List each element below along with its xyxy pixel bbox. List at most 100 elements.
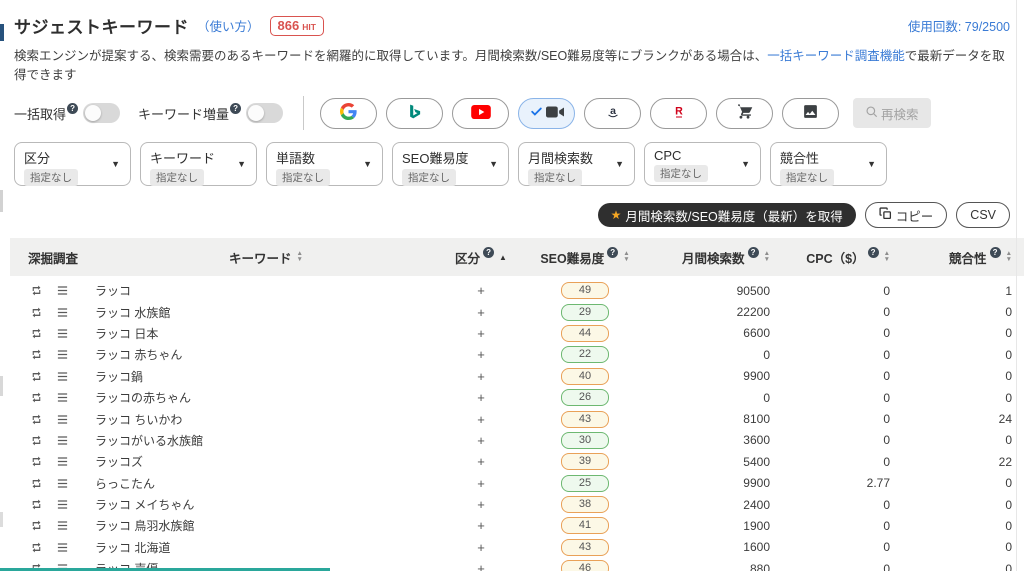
keyword-cell[interactable]: ラッコ 赤ちゃん	[90, 346, 442, 363]
seo-difficulty-badge[interactable]: 29	[561, 304, 609, 321]
seo-difficulty-badge[interactable]: 43	[561, 411, 609, 428]
filter-dropdown-6[interactable]: 競合性指定なし	[770, 142, 887, 186]
deep-dive-icon[interactable]	[30, 327, 43, 340]
seo-difficulty-badge[interactable]: 38	[561, 496, 609, 513]
menu-icon[interactable]	[56, 413, 69, 426]
copy-button[interactable]: コピー	[865, 202, 948, 228]
seo-difficulty-badge[interactable]: 41	[561, 517, 609, 534]
sort-icon[interactable]: ▲▼	[764, 251, 770, 263]
sort-icon[interactable]: ▲▼	[297, 251, 303, 263]
seo-difficulty-badge[interactable]: 43	[561, 539, 609, 556]
seo-difficulty-badge[interactable]: 26	[561, 389, 609, 406]
add-kubun-button[interactable]: +	[442, 518, 520, 533]
column-header-6[interactable]: 競合性▲▼	[898, 248, 1024, 267]
keyword-cell[interactable]: ラッコ鍋	[90, 368, 442, 385]
add-kubun-button[interactable]: +	[442, 540, 520, 555]
video-engine-button[interactable]	[518, 98, 575, 129]
deep-dive-icon[interactable]	[30, 455, 43, 468]
add-kubun-button[interactable]: +	[442, 305, 520, 320]
image-engine-button[interactable]	[782, 98, 839, 129]
keyword-cell[interactable]: ラッコ 水族館	[90, 304, 442, 321]
csv-button[interactable]: CSV	[956, 202, 1010, 228]
sort-icon[interactable]: ▲▼	[1006, 251, 1012, 263]
deep-dive-icon[interactable]	[30, 413, 43, 426]
add-kubun-button[interactable]: +	[442, 369, 520, 384]
menu-icon[interactable]	[56, 327, 69, 340]
menu-icon[interactable]	[56, 348, 69, 361]
deep-dive-icon[interactable]	[30, 391, 43, 404]
deep-dive-icon[interactable]	[30, 306, 43, 319]
filter-dropdown-0[interactable]: 区分指定なし	[14, 142, 131, 186]
shopping-engine-button[interactable]	[716, 98, 773, 129]
keyword-boost-toggle[interactable]	[246, 103, 283, 123]
seo-difficulty-badge[interactable]: 49	[561, 282, 609, 299]
keyword-cell[interactable]: ラッコの赤ちゃん	[90, 389, 442, 406]
column-header-4[interactable]: 月間検索数▲▼	[650, 248, 778, 267]
add-kubun-button[interactable]: +	[442, 412, 520, 427]
seo-difficulty-badge[interactable]: 30	[561, 432, 609, 449]
filter-dropdown-5[interactable]: CPC指定なし	[644, 142, 761, 186]
seo-difficulty-badge[interactable]: 39	[561, 453, 609, 470]
deep-dive-icon[interactable]	[30, 477, 43, 490]
filter-dropdown-2[interactable]: 単語数指定なし	[266, 142, 383, 186]
help-icon[interactable]	[230, 103, 241, 114]
help-icon[interactable]	[990, 247, 1001, 258]
menu-icon[interactable]	[56, 477, 69, 490]
menu-icon[interactable]	[56, 519, 69, 532]
column-header-5[interactable]: CPC（$）▲▼	[778, 248, 898, 267]
add-kubun-button[interactable]: +	[442, 347, 520, 362]
amazon-engine-button[interactable]: a	[584, 98, 641, 129]
filter-dropdown-4[interactable]: 月間検索数指定なし	[518, 142, 635, 186]
help-icon[interactable]	[483, 247, 494, 258]
help-icon[interactable]	[868, 247, 879, 258]
sort-icon[interactable]: ▲▼	[623, 251, 629, 263]
add-kubun-button[interactable]: +	[442, 561, 520, 571]
deep-dive-icon[interactable]	[30, 284, 43, 297]
keyword-cell[interactable]: ラッコ 日本	[90, 325, 442, 342]
add-kubun-button[interactable]: +	[442, 454, 520, 469]
column-header-2[interactable]: 区分	[442, 248, 520, 267]
bulk-fetch-toggle[interactable]	[83, 103, 120, 123]
fetch-latest-metrics-button[interactable]: 月間検索数/SEO難易度（最新）を取得	[598, 203, 856, 227]
seo-difficulty-badge[interactable]: 44	[561, 325, 609, 342]
menu-icon[interactable]	[56, 498, 69, 511]
keyword-cell[interactable]: ラッコ 鳥羽水族館	[90, 517, 442, 534]
keyword-cell[interactable]: ラッコズ	[90, 453, 442, 470]
filter-dropdown-3[interactable]: SEO難易度指定なし	[392, 142, 509, 186]
help-icon[interactable]	[748, 247, 759, 258]
menu-icon[interactable]	[56, 455, 69, 468]
deep-dive-icon[interactable]	[30, 348, 43, 361]
research-button[interactable]: 再検索	[853, 98, 931, 128]
help-icon[interactable]	[67, 103, 78, 114]
menu-icon[interactable]	[56, 391, 69, 404]
menu-icon[interactable]	[56, 306, 69, 319]
add-kubun-button[interactable]: +	[442, 283, 520, 298]
seo-difficulty-badge[interactable]: 22	[561, 346, 609, 363]
column-header-3[interactable]: SEO難易度▲▼	[520, 248, 650, 267]
filter-dropdown-1[interactable]: キーワード指定なし	[140, 142, 257, 186]
keyword-cell[interactable]: ラッコ	[90, 282, 442, 299]
help-icon[interactable]	[607, 247, 618, 258]
bing-engine-button[interactable]	[386, 98, 443, 129]
add-kubun-button[interactable]: +	[442, 476, 520, 491]
add-kubun-button[interactable]: +	[442, 433, 520, 448]
sort-icon[interactable]: ▲▼	[884, 251, 890, 263]
usage-guide-link[interactable]: （使い方）	[197, 16, 260, 35]
youtube-engine-button[interactable]	[452, 98, 509, 129]
column-header-1[interactable]: キーワード▲▼	[90, 248, 442, 267]
deep-dive-icon[interactable]	[30, 370, 43, 383]
bulk-keyword-survey-link[interactable]: 一括キーワード調査機能	[767, 49, 905, 63]
keyword-cell[interactable]: ラッコ ちいかわ	[90, 411, 442, 428]
add-kubun-button[interactable]: +	[442, 390, 520, 405]
menu-icon[interactable]	[56, 434, 69, 447]
keyword-cell[interactable]: ラッコ 北海道	[90, 539, 442, 556]
add-kubun-button[interactable]: +	[442, 497, 520, 512]
menu-icon[interactable]	[56, 370, 69, 383]
keyword-cell[interactable]: らっこたん	[90, 475, 442, 492]
deep-dive-icon[interactable]	[30, 519, 43, 532]
seo-difficulty-badge[interactable]: 46	[561, 560, 609, 571]
keyword-cell[interactable]: ラッコがいる水族館	[90, 432, 442, 449]
seo-difficulty-badge[interactable]: 25	[561, 475, 609, 492]
sort-asc-icon[interactable]	[499, 253, 507, 262]
google-engine-button[interactable]	[320, 98, 377, 129]
